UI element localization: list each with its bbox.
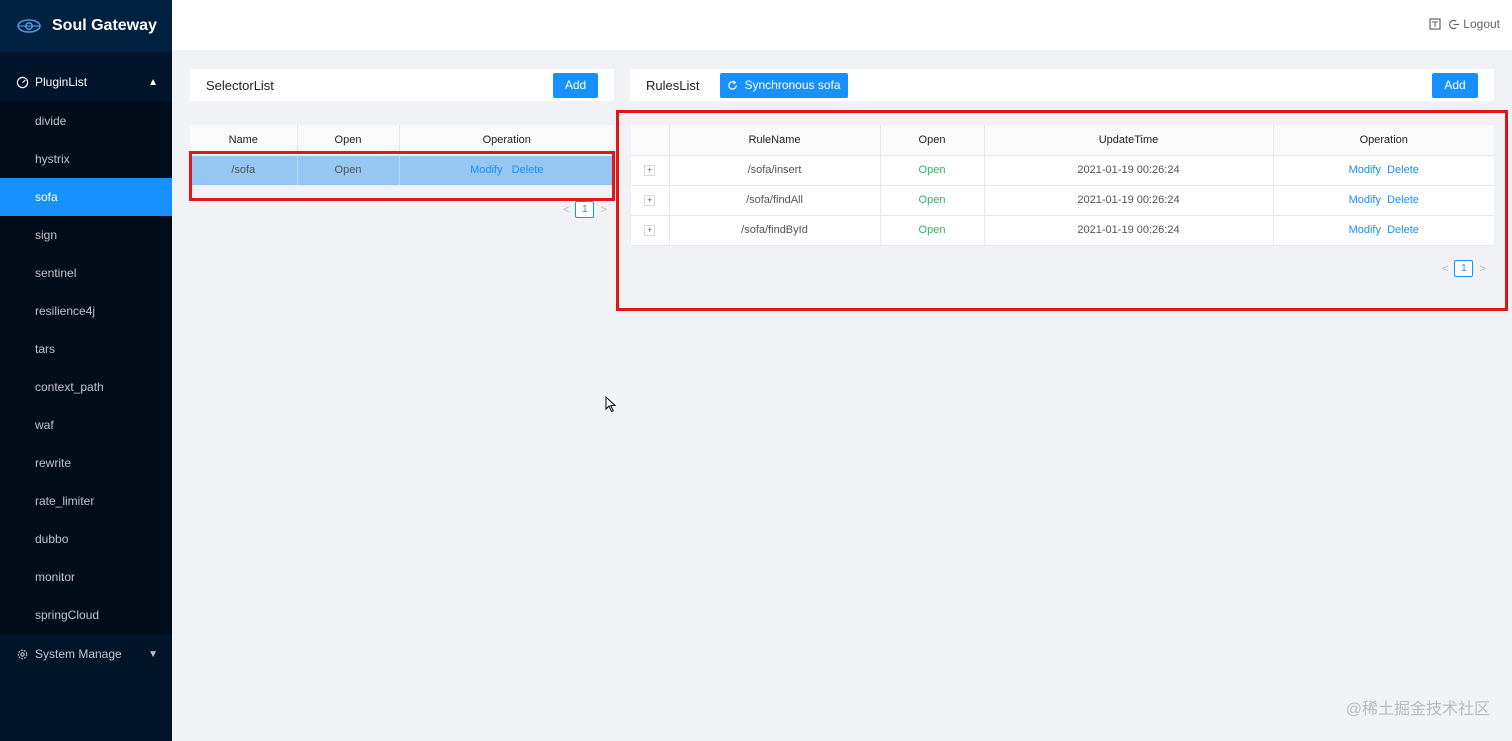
sidebar-item-hystrix[interactable]: hystrix: [0, 140, 172, 178]
column-header-operation[interactable]: Operation: [399, 125, 614, 156]
sidebar-item-tars[interactable]: tars: [0, 330, 172, 368]
status-badge: Open: [880, 185, 985, 216]
sidebar: Soul Gateway PluginList ▲ divide hystrix s…: [0, 0, 172, 741]
expand-cell: +: [631, 215, 670, 246]
selector-add-button[interactable]: Add: [553, 73, 598, 98]
modify-link[interactable]: Modify: [1349, 194, 1381, 206]
update-time: 2021-01-19 00:26:24: [984, 215, 1274, 246]
sidebar-item-resilience4j[interactable]: resilience4j: [0, 292, 172, 330]
rule-name: /sofa/findById: [669, 215, 881, 246]
modify-link[interactable]: Modify: [1349, 164, 1381, 176]
column-header-rulename[interactable]: RuleName: [669, 125, 881, 156]
system-manage-label: System Manage: [35, 647, 122, 661]
table-row[interactable]: /sofa Open Modify Delete: [190, 155, 614, 186]
delete-link[interactable]: Delete: [1387, 164, 1419, 176]
status-badge: Open: [880, 155, 985, 186]
dashboard-icon: [16, 76, 29, 88]
sidebar-item-springCloud[interactable]: springCloud: [0, 596, 172, 634]
synchronous-button[interactable]: Synchronous sofa: [720, 73, 848, 98]
selector-table: Name Open Operation /sofa Open Modify De…: [190, 125, 614, 186]
operation-cell: Modify Delete: [399, 155, 614, 186]
column-header-updatetime[interactable]: UpdateTime: [984, 125, 1274, 156]
delete-link[interactable]: Delete: [1387, 194, 1419, 206]
next-page-icon[interactable]: >: [600, 204, 606, 216]
column-header-operation[interactable]: Operation: [1273, 125, 1494, 156]
sidebar-item-monitor[interactable]: monitor: [0, 558, 172, 596]
column-header-open[interactable]: Open: [297, 125, 400, 156]
language-switch-icon[interactable]: [1429, 18, 1441, 30]
soul-logo-icon: [17, 19, 41, 33]
status-badge: Open: [297, 155, 400, 186]
operation-cell: Modify Delete: [1273, 185, 1494, 216]
brand[interactable]: Soul Gateway: [0, 0, 172, 52]
watermark: @稀土掘金技术社区: [1345, 701, 1490, 718]
table-row: +/sofa/findById Open 2021-01-19 00:26:24 Mo…: [631, 215, 1494, 246]
plugin-menu-group: PluginList ▲ divide hystrix sofa sign sentin…: [0, 62, 172, 674]
rules-table: RuleName Open UpdateTime Operation + /sof…: [631, 125, 1494, 246]
plugin-list-toggle[interactable]: PluginList ▲: [0, 62, 172, 102]
delete-link[interactable]: Delete: [512, 164, 544, 176]
app-title: Soul Gateway: [52, 17, 157, 34]
modify-link[interactable]: Modify: [1349, 224, 1381, 236]
gear-icon: [17, 649, 28, 659]
synchronous-label: Synchronous sofa: [744, 78, 841, 92]
column-header-open[interactable]: Open: [880, 125, 985, 156]
chevron-down-icon: ▼: [148, 648, 158, 660]
sidebar-item-rate-limiter[interactable]: rate_limiter: [0, 482, 172, 520]
sidebar-item-rewrite[interactable]: rewrite: [0, 444, 172, 482]
expand-row-icon[interactable]: +: [644, 165, 656, 176]
plugin-list-label: PluginList: [35, 75, 88, 89]
expand-cell: +: [631, 185, 670, 216]
column-header-expand: [631, 125, 670, 156]
rules-title: RulesList: [646, 77, 700, 93]
system-manage-toggle[interactable]: System Manage ▼: [0, 634, 172, 674]
operation-cell: Modify Delete: [1273, 215, 1494, 246]
prev-page-icon[interactable]: <: [563, 204, 569, 216]
rules-pagination: < 1 >: [1442, 260, 1486, 277]
selector-pagination: < 1 >: [563, 201, 607, 218]
operation-cell: Modify Delete: [1273, 155, 1494, 186]
next-page-icon[interactable]: >: [1479, 263, 1485, 275]
rules-header: RulesList Synchronous sofa Add: [630, 69, 1494, 101]
status-badge: Open: [880, 215, 985, 246]
expand-cell: +: [631, 155, 670, 186]
mouse-cursor-icon: [605, 396, 617, 413]
sidebar-item-sentinel[interactable]: sentinel: [0, 254, 172, 292]
sync-icon: [728, 80, 738, 90]
column-header-name[interactable]: Name: [190, 125, 298, 156]
page-number[interactable]: 1: [1454, 260, 1474, 277]
sidebar-item-dubbo[interactable]: dubbo: [0, 520, 172, 558]
rule-name: /sofa/findAll: [669, 185, 881, 216]
prev-page-icon[interactable]: <: [1442, 263, 1448, 275]
table-row: +/sofa/insert Open 2021-01-19 00:26:24 Modi…: [631, 155, 1494, 186]
logout-label: Logout: [1463, 17, 1500, 31]
rule-name: /sofa/insert: [669, 155, 881, 186]
delete-link[interactable]: Delete: [1387, 224, 1419, 236]
selector-header: SelectorList Add: [190, 69, 614, 101]
update-time: 2021-01-19 00:26:24: [984, 185, 1274, 216]
sidebar-item-context-path[interactable]: context_path: [0, 368, 172, 406]
page-number[interactable]: 1: [575, 201, 595, 218]
rules-add-button[interactable]: Add: [1432, 73, 1478, 98]
expand-row-icon[interactable]: +: [644, 225, 656, 236]
sidebar-item-divide[interactable]: divide: [0, 102, 172, 140]
logout-button[interactable]: Logout: [1449, 17, 1500, 31]
chevron-up-icon: ▲: [148, 76, 158, 88]
plugin-list: divide hystrix sofa sign sentinel resilience4…: [0, 102, 172, 634]
sidebar-item-waf[interactable]: waf: [0, 406, 172, 444]
selector-title: SelectorList: [206, 77, 274, 93]
expand-row-icon[interactable]: +: [644, 195, 656, 206]
selector-name: /sofa: [190, 155, 298, 186]
sidebar-item-sofa[interactable]: sofa: [0, 178, 172, 216]
table-row: +/sofa/findAll Open 2021-01-19 00:26:24 Mod…: [631, 185, 1494, 216]
logout-icon: [1449, 19, 1460, 29]
sidebar-item-sign[interactable]: sign: [0, 216, 172, 254]
top-header: Logout: [172, 0, 1512, 50]
update-time: 2021-01-19 00:26:24: [984, 155, 1274, 186]
modify-link[interactable]: Modify: [470, 164, 502, 176]
